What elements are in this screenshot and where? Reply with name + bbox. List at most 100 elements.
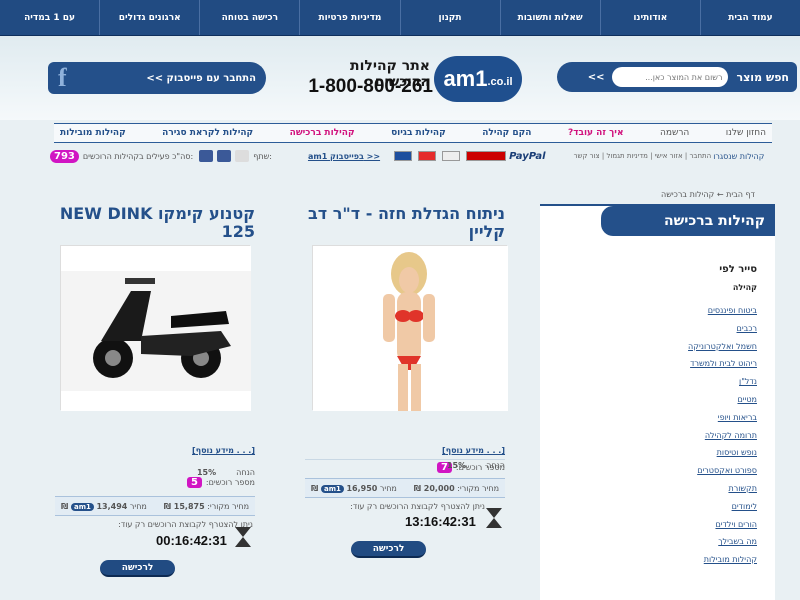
scooter-photo-icon — [61, 246, 251, 411]
discount-label: הנחה — [486, 461, 505, 470]
active-label: סה"כ פעילים בקהילות הרוכשים: — [82, 151, 194, 161]
topnav-home[interactable]: עמוד הבית — [699, 0, 800, 35]
closed-communities-label[interactable]: קהילות שנסגרו — [713, 152, 764, 161]
buy-button[interactable]: לרכישה — [351, 541, 426, 558]
catnav-register[interactable]: הרשמה — [660, 124, 689, 142]
category-item[interactable]: הורים וילדים — [570, 516, 757, 534]
product-card-breast: ניתוח הגדלת חזה - ד"ר דב קליין — [305, 205, 505, 241]
active-count-badge: 793 — [50, 149, 79, 163]
more-info-link[interactable]: [מידע נוסף . . .] — [305, 446, 505, 455]
buyers-row: מספר רוכשים:5 — [55, 477, 255, 488]
join-until-text: ניתן להצטרף לקבוצת הרוכשים רק עוד: — [350, 502, 485, 511]
catnav-leading[interactable]: קהילות מובילות — [60, 124, 126, 142]
category-item[interactable]: חשמל ואלקטרוניקה — [570, 338, 757, 356]
facebook-connect-button[interactable]: f התחבר עם פייסבוק >> — [48, 62, 266, 94]
category-list: ביטוח ופיננסים רכבים חשמל ואלקטרוניקה רי… — [570, 302, 757, 569]
product-image-model[interactable] — [312, 245, 508, 411]
catnav-how[interactable]: איך זה עובד? — [568, 124, 624, 142]
search-go-button[interactable]: >> — [588, 72, 605, 83]
category-item[interactable]: קהילות מובילות — [570, 551, 757, 569]
category-item[interactable]: לימודים — [570, 498, 757, 516]
product-card-scooter: קטנוע קימקו NEW DINK 125 — [55, 205, 255, 241]
topnav-media[interactable]: עם 1 במדיה — [0, 0, 99, 35]
search-label: חפש מוצר — [736, 70, 789, 84]
discount-label: הנחה — [236, 468, 255, 477]
filter-box: סייר לפי קהילה ביטוח ופיננסים רכבים חשמל… — [570, 252, 775, 592]
catnav-recruiting[interactable]: קהילות בגיוס — [391, 124, 446, 142]
category-item[interactable]: תקשורת — [570, 480, 757, 498]
category-item[interactable]: נדל"ן — [570, 373, 757, 391]
orig-price-label: מחיר מקורי: — [207, 501, 249, 511]
discount-row: הנחה 15% — [55, 468, 255, 477]
facebook-page-link[interactable]: am1 בפייסבוק >> — [308, 152, 380, 161]
account-links[interactable]: התחבר | אזור אישי | מדיניות תגמול | צור … — [574, 152, 712, 160]
buy-button[interactable]: לרכישה — [100, 560, 175, 577]
topnav-orgs[interactable]: ארגונים גדולים — [99, 0, 199, 35]
catnav-vision[interactable]: החזון שלנו — [726, 124, 766, 142]
secondary-bar: 793 סה"כ פעילים בקהילות הרוכשים: שתף: am… — [50, 146, 772, 166]
am1-badge-icon: am1 — [71, 502, 94, 511]
category-item[interactable]: ספורט ואקסטרים — [570, 462, 757, 480]
catnav-closing[interactable]: קהילות לקראת סגירה — [162, 124, 253, 142]
catnav-create[interactable]: הקם קהילה — [482, 124, 531, 142]
price-group: מחיר am1 13,494 ₪ — [61, 502, 147, 511]
topnav-secure[interactable]: רכישה בטוחה — [199, 0, 299, 35]
orig-price-group: מחיר מקורי: 15,875 ₪ — [164, 502, 249, 511]
catnav-purchasing[interactable]: קהילות ברכישה — [290, 124, 355, 142]
product-image-scooter[interactable] — [60, 245, 251, 411]
product-title[interactable]: קטנוע קימקו NEW DINK 125 — [55, 205, 255, 241]
logo-main: am1 — [443, 66, 488, 91]
discount-value: 15% — [446, 461, 467, 470]
category-item[interactable]: מטיים — [570, 391, 757, 409]
share-facebook-icon[interactable] — [217, 150, 232, 162]
category-item[interactable]: רכבים — [570, 320, 757, 338]
orig-price-value: 20,000 ₪ — [413, 483, 455, 493]
site-logo[interactable]: am1 .co.il — [434, 56, 522, 102]
hourglass-icon — [235, 527, 251, 547]
category-item[interactable]: מה בשבילך — [570, 533, 757, 551]
facebook-icon: f — [58, 63, 67, 92]
group-label: קהילה — [732, 283, 757, 292]
top-nav: עמוד הבית אודותינו שאלות ותשובות תקנון מ… — [0, 0, 800, 36]
share-label: שתף: — [253, 151, 272, 161]
breadcrumb[interactable]: דף הבית ← קהילות ברכישה — [540, 190, 755, 199]
price-value: 13,494 ₪ — [61, 501, 128, 511]
logo-suffix: .co.il — [487, 76, 513, 88]
discount-row: הנחה 15% — [305, 461, 505, 470]
search-input[interactable] — [612, 67, 729, 87]
sidebar-title: קהילות ברכישה — [601, 206, 775, 236]
price-box: מחיר מקורי: 15,875 ₪ מחיר am1 13,494 ₪ — [55, 496, 255, 516]
paypal-logo: PayPal — [509, 150, 546, 162]
topnav-terms[interactable]: תקנון — [399, 0, 500, 35]
join-until-text: ניתן להצטרף לקבוצת הרוכשים רק עוד: — [118, 520, 253, 529]
hourglass-icon — [486, 508, 502, 528]
topnav-faq[interactable]: שאלות ותשובות — [499, 0, 600, 35]
discount-value: 15% — [196, 468, 217, 477]
sort-by-label: סייר לפי — [719, 264, 757, 275]
more-info-link[interactable]: [מידע נוסף . . .] — [55, 446, 255, 455]
price-group: מחיר am1 16,950 ₪ — [311, 484, 397, 493]
buyers-info: מספר רוכשים:5 — [186, 477, 255, 488]
category-item[interactable]: ביטוח ופיננסים — [570, 302, 757, 320]
category-item[interactable]: תרומה לקהילה — [570, 427, 757, 445]
share-twitter-icon[interactable] — [199, 150, 214, 162]
buyers-count: 5 — [186, 477, 202, 488]
facebook-connect-label: התחבר עם פייסבוק >> — [146, 72, 256, 84]
amex-icon — [394, 151, 413, 161]
share-email-icon[interactable] — [235, 150, 250, 162]
topnav-about[interactable]: אודותינו — [599, 0, 700, 35]
visa-icon — [442, 151, 461, 161]
countdown-timer: 13:16:42:31 — [405, 514, 476, 529]
price-label: מחיר — [129, 501, 147, 511]
topnav-privacy[interactable]: מדיניות פרטיות — [299, 0, 399, 35]
category-item[interactable]: נופש וטיסות — [570, 444, 757, 462]
price-value: 16,950 ₪ — [311, 483, 378, 493]
product-title[interactable]: ניתוח הגדלת חזה - ד"ר דב קליין — [305, 205, 505, 241]
category-nav: החזון שלנו הרשמה איך זה עובד? הקם קהילה … — [54, 123, 772, 143]
bank-icon — [466, 151, 507, 161]
category-item[interactable]: ריהוט לבית ולמשרד — [570, 355, 757, 373]
buyers-label: מספר רוכשים: — [205, 478, 255, 487]
category-item[interactable]: בריאות ויופי — [570, 409, 757, 427]
orig-price-value: 15,875 ₪ — [163, 501, 205, 511]
mastercard-icon — [418, 151, 437, 161]
